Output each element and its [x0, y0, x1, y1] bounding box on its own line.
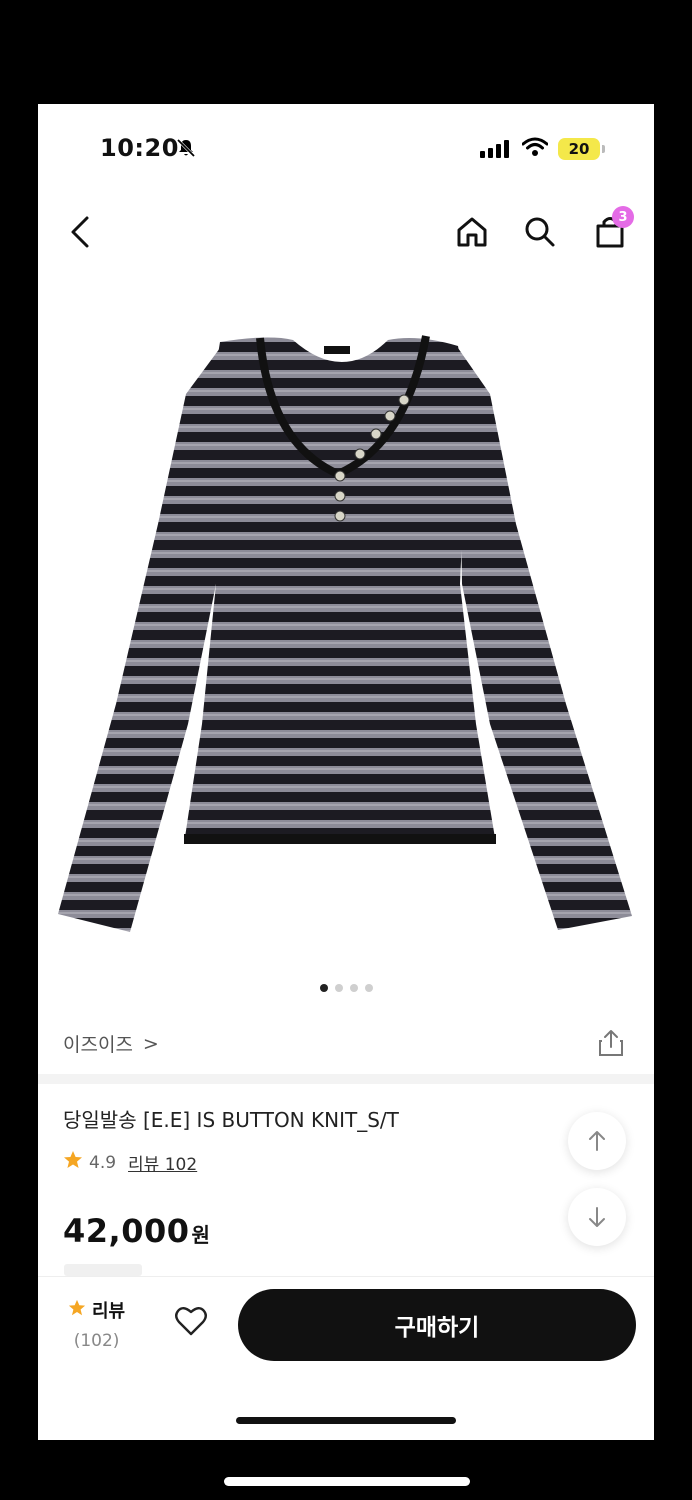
- star-icon: [68, 1299, 86, 1322]
- rating-row: 4.9 리뷰 102: [63, 1150, 197, 1175]
- arrow-down-icon: [589, 1207, 605, 1227]
- gallery-dot-4[interactable]: [364, 984, 373, 992]
- scroll-up-button[interactable]: [568, 1112, 626, 1170]
- back-button[interactable]: [60, 212, 100, 252]
- review-link[interactable]: 리뷰 102: [128, 1150, 197, 1175]
- signal-icon: [480, 140, 509, 158]
- bottom-action-bar: 리뷰 (102) 구매하기: [38, 1276, 654, 1440]
- price-currency: 원: [191, 1223, 210, 1247]
- cart-count-badge: 3: [612, 206, 634, 228]
- buy-button[interactable]: 구매하기: [238, 1289, 636, 1361]
- search-button[interactable]: [520, 212, 560, 252]
- review-summary-count: (102): [73, 1331, 120, 1351]
- brand-name: 이즈이즈: [63, 1034, 133, 1056]
- gallery-dots: [38, 984, 654, 992]
- status-time: 10:20: [100, 134, 179, 162]
- share-icon: [599, 1030, 623, 1056]
- wishlist-button[interactable]: [174, 1305, 208, 1341]
- wifi-icon: [521, 137, 549, 161]
- section-divider: [38, 1074, 654, 1084]
- brand-link[interactable]: 이즈이즈 >: [63, 1030, 159, 1057]
- price-value: 42,000: [63, 1212, 190, 1250]
- bell-muted-icon: [176, 138, 196, 162]
- star-icon: [63, 1150, 83, 1175]
- partially-visible-tag: [64, 1264, 142, 1276]
- home-icon: [457, 217, 487, 247]
- heart-icon: [175, 1307, 207, 1336]
- search-icon: [525, 217, 555, 247]
- chevron-right-icon: >: [142, 1032, 159, 1055]
- gallery-dot-2[interactable]: [334, 984, 343, 992]
- review-summary[interactable]: 리뷰 (102): [68, 1297, 125, 1351]
- review-summary-label: 리뷰: [92, 1301, 126, 1322]
- gallery-dot-1[interactable]: [319, 984, 328, 992]
- gallery-dot-3[interactable]: [349, 984, 358, 992]
- striped-knit-top-image: [58, 335, 632, 932]
- phone-screen: 10:20 20 3 이즈이즈 > 당일발송 [E.E] IS BUTTON K…: [38, 104, 654, 1440]
- product-image[interactable]: [38, 324, 654, 954]
- scroll-down-button[interactable]: [568, 1188, 626, 1246]
- rating-value: 4.9: [89, 1152, 117, 1173]
- outer-home-indicator: [224, 1477, 470, 1486]
- price-row: 42,000 원: [63, 1212, 210, 1250]
- battery-tip: [602, 145, 605, 153]
- share-button[interactable]: [596, 1028, 626, 1062]
- arrow-up-icon: [589, 1131, 605, 1151]
- home-button[interactable]: [452, 212, 492, 252]
- product-title: 당일발송 [E.E] IS BUTTON KNIT_S/T: [63, 1108, 399, 1132]
- chevron-left-icon: [71, 216, 89, 248]
- home-indicator: [236, 1417, 456, 1424]
- battery-indicator: 20: [558, 138, 600, 160]
